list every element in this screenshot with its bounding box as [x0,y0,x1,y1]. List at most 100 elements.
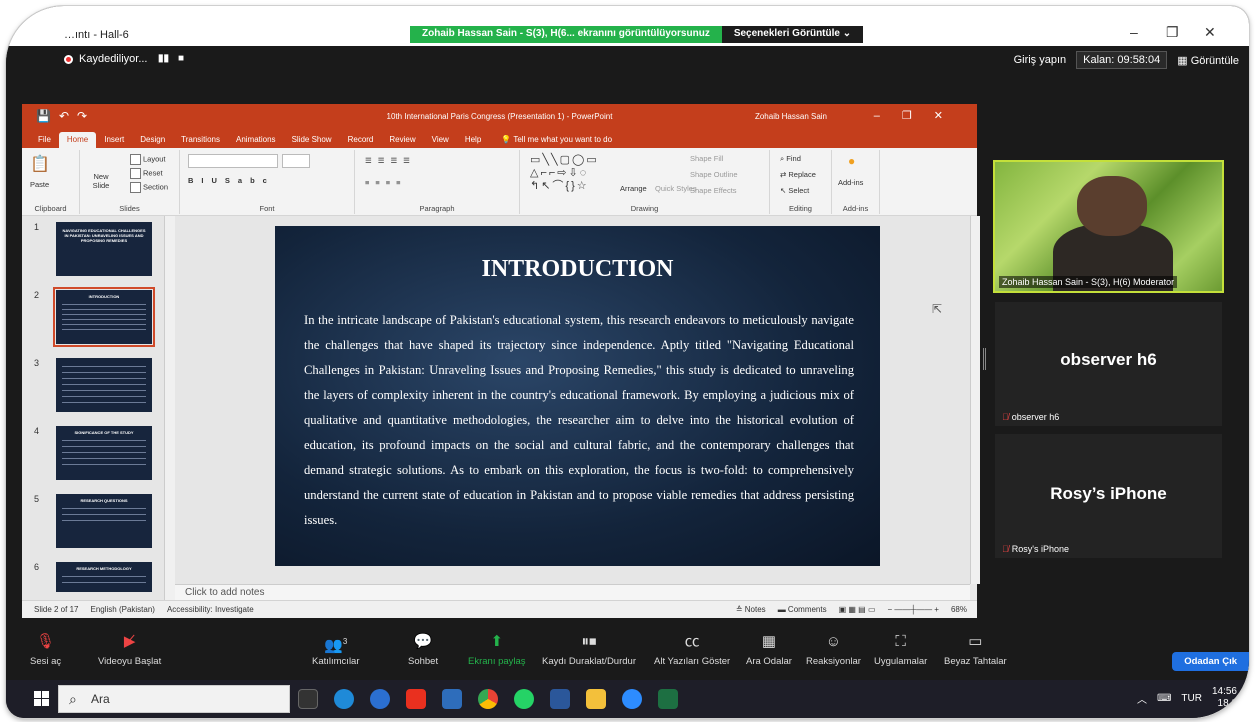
shape-effects-button[interactable]: Shape Effects [690,186,737,195]
align-buttons[interactable]: ≡≡≡≡ [365,178,407,187]
notes-pane[interactable]: Click to add notes [175,584,970,600]
apps-button[interactable]: ⛶ Uygulamalar [874,630,927,667]
tab-animations[interactable]: Animations [228,132,284,148]
slide-body[interactable]: In the intricate landscape of Pakistan's… [304,308,854,533]
tab-file[interactable]: File [30,132,59,148]
share-screen-button[interactable]: ⬆ Ekranı paylaş [468,630,526,667]
tab-review[interactable]: Review [381,132,423,148]
safari-icon[interactable] [370,689,390,709]
paste-icon[interactable]: 📋 [30,154,50,174]
clock[interactable]: 14:56 18.0 [1212,686,1237,710]
whatsapp-icon[interactable] [514,689,534,709]
language-status[interactable]: English (Pakistan) [90,605,154,614]
slide-thumbnail-6[interactable]: RESEARCH METHODOLOGY [56,562,152,592]
pause-recording-button[interactable]: ▮▮ [158,53,169,64]
editing-label: Editing [789,204,812,213]
whiteboard-icon: ▭ [968,633,983,650]
chat-button[interactable]: 💬 Sohbet [408,630,438,667]
slide-title[interactable]: INTRODUCTION [275,256,880,283]
addins-button[interactable]: Add-ins [838,178,863,187]
unmute-button[interactable]: 🎙 Sesi aç [30,630,61,667]
view-button[interactable]: ▦ Görüntüle [1177,54,1239,67]
slide-thumbnail-3[interactable] [56,358,152,412]
zoom-level[interactable]: 68% [951,605,967,614]
start-video-button[interactable]: ▶̸ Videoyu Başlat [98,630,161,667]
tab-home[interactable]: Home [58,132,97,148]
current-slide[interactable]: INTRODUCTION In the intricate landscape … [275,226,880,566]
ppt-user-name[interactable]: Zohaib Hassan Sain [755,112,827,121]
thumbnail-scrollbar[interactable] [164,216,175,600]
slide-thumbnail-5[interactable]: RESEARCH QUESTIONS [56,494,152,548]
slide-thumbnail-4[interactable]: SIGNIFICANCE OF THE STUDY [56,426,152,480]
close-icon[interactable]: ✕ [1204,24,1216,41]
arrange-button[interactable]: Arrange [620,184,647,193]
section-button[interactable]: Section [130,182,168,193]
tray-chevron-icon[interactable]: ︿ [1137,691,1147,706]
tab-slide-show[interactable]: Slide Show [284,132,340,148]
captions-button[interactable]: ㏄ Alt Yazıları Göster [654,630,730,667]
tab-record[interactable]: Record [340,132,382,148]
breakout-rooms-button[interactable]: ▦ Ara Odalar [746,630,792,667]
excel-icon[interactable] [658,689,678,709]
ppt-window-controls[interactable]: –❐✕ [874,109,965,122]
notes-button[interactable]: ≙ Notes [736,605,766,614]
group-editing: ⌕ Find ⇄ Replace ↖ Select Editing [770,150,832,214]
zoom-slider[interactable]: − ——┼—— + [888,605,939,614]
tab-transitions[interactable]: Transitions [173,132,228,148]
edge-icon[interactable] [334,689,354,709]
restore-icon[interactable]: ❐ [1166,24,1179,41]
shapes-gallery[interactable]: ▭╲╲▢◯▭ △⌐⌐⇨⇩◌ ↰↖⌒{}☆ [530,154,599,193]
tab-insert[interactable]: Insert [96,132,132,148]
accessibility-status[interactable]: Accessibility: Investigate [167,605,254,614]
minimize-icon[interactable]: – [1130,24,1138,40]
replace-button[interactable]: ⇄ Replace [780,170,816,179]
tab-view[interactable]: View [424,132,457,148]
reactions-button[interactable]: ☺ Reaksiyonlar [806,630,861,667]
shape-fill-button[interactable]: Shape Fill [690,154,723,163]
reset-button[interactable]: Reset [130,168,163,179]
whiteboard-button[interactable]: ▭ Beyaz Tahtalar [944,630,1007,667]
file-explorer-icon[interactable] [586,689,606,709]
shape-outline-button[interactable]: Shape Outline [690,170,738,179]
slide-thumbnail-1[interactable]: NAVIGATING EDUCATIONAL CHALLENGES IN PAK… [56,222,152,276]
taskbar-search[interactable]: ⌕ Ara [58,685,290,713]
video-tile-moderator[interactable]: Zohaib Hassan Sain - S(3), H(6) Moderato… [993,160,1224,293]
tab-design[interactable]: Design [132,132,173,148]
participants-button[interactable]: 👥3 Katılımcılar [312,630,360,667]
slide-thumbnail-2[interactable]: INTRODUCTION [53,287,155,347]
windows-start-icon[interactable] [34,691,49,706]
slide-scrollbar[interactable] [970,216,980,584]
keyboard-icon[interactable]: ⌨ [1157,693,1171,704]
input-language[interactable]: TUR [1181,693,1202,704]
paste-button[interactable]: Paste [30,180,49,189]
pdf-icon[interactable] [406,689,426,709]
task-view-icon[interactable] [298,689,318,709]
layout-button[interactable]: Layout [130,154,166,165]
tell-me-search[interactable]: 💡 Tell me what you want to do [493,132,620,148]
view-buttons[interactable]: ▣ ▦ ▤ ▭ [839,605,876,614]
zoom-app-icon[interactable] [622,689,642,709]
login-link[interactable]: Giriş yapın [1014,54,1067,66]
font-name-box[interactable] [188,154,278,168]
video-tile-observer[interactable]: observer h6 🎙̸ observer h6 [995,302,1222,426]
font-size-box[interactable] [282,154,310,168]
pause-record-button[interactable]: ⏸⏹ Kaydı Duraklat/Durdur [542,630,636,667]
new-slide-button[interactable]: New Slide [86,172,116,190]
tab-help[interactable]: Help [457,132,489,148]
view-options-button[interactable]: Seçenekleri Görüntüle ⌄ [721,26,864,43]
chrome-icon[interactable] [478,689,498,709]
font-format-buttons[interactable]: BIUSabc [188,176,275,185]
select-button[interactable]: ↖ Select [780,186,809,195]
find-button[interactable]: ⌕ Find [780,154,801,164]
panel-resize-handle[interactable] [983,348,986,370]
thumb-title: RESEARCH QUESTIONS [80,498,128,503]
video-tile-rosy[interactable]: Rosy’s iPhone 🎙̸ Rosy's iPhone [995,434,1222,558]
word-icon[interactable] [550,689,570,709]
comments-button[interactable]: ▬ Comments [778,605,827,614]
addins-label: Add-ins [842,204,869,213]
participant-big-name: observer h6 [1060,350,1157,369]
stop-recording-button[interactable]: ■ [178,53,184,64]
calculator-icon[interactable] [442,689,462,709]
list-buttons[interactable]: ☰☰☰☰ [365,156,416,165]
leave-button[interactable]: Odadan Çık [1172,652,1249,671]
